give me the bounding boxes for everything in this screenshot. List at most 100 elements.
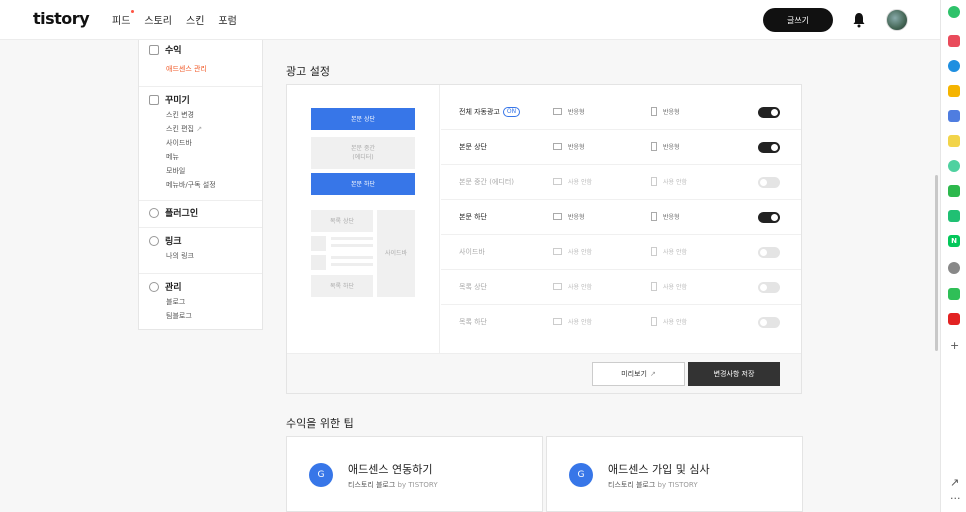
play-icon[interactable] xyxy=(948,160,960,172)
toggle-top[interactable] xyxy=(758,142,780,153)
tips-title: 수익을 위한 팁 xyxy=(286,417,354,430)
preview-list-bottom: 목록 하단 xyxy=(311,275,373,297)
sidebar-item-blog[interactable]: 블로그 xyxy=(166,295,192,309)
pc-option[interactable]: 사용 안함 xyxy=(553,282,592,291)
mobile-option[interactable]: 사용 안함 xyxy=(651,317,687,326)
toggle-sidebar[interactable] xyxy=(758,247,780,258)
write-button[interactable]: 글쓰기 xyxy=(763,8,833,32)
preview-button[interactable]: 미리보기 ↗ xyxy=(592,362,685,386)
naver-icon[interactable]: N xyxy=(948,235,960,247)
preview-bottom: 본문 하단 xyxy=(311,173,415,195)
avatar[interactable] xyxy=(886,9,908,31)
page-scrollbar[interactable] xyxy=(935,175,938,351)
pc-option[interactable]: 반응형 xyxy=(553,107,585,116)
panel-footer: 미리보기 ↗ 변경사항 저장 xyxy=(287,353,801,393)
toggle-bottom[interactable] xyxy=(758,212,780,223)
row-label: 전체 자동광고 xyxy=(459,108,500,116)
sidebar-section-title[interactable]: 꾸미기 xyxy=(165,93,190,106)
ad-row-bottom: 본문 하단 반응형 반응형 xyxy=(441,200,801,235)
nav-story[interactable]: 스토리 xyxy=(144,12,172,27)
nav-forum[interactable]: 포럼 xyxy=(218,12,236,27)
sidebar-item-sidebar[interactable]: 사이드바 xyxy=(166,136,216,150)
pc-option[interactable]: 사용 안함 xyxy=(553,177,592,186)
sidebar-section-title[interactable]: 링크 xyxy=(165,234,182,247)
sidebar-section-title[interactable]: 플러그인 xyxy=(165,206,198,219)
tip-source: 티스토리 블로그 by TISTORY xyxy=(348,481,438,489)
sidebar-item-skin-edit[interactable]: 스킨 편집 ↗ xyxy=(166,122,216,136)
pocket-icon[interactable] xyxy=(948,35,960,47)
brand-icon[interactable] xyxy=(948,313,960,325)
sidebar-item-team-blog[interactable]: 팀블로그 xyxy=(166,309,192,323)
green-circle-icon[interactable] xyxy=(948,6,960,18)
pc-option[interactable]: 반응형 xyxy=(553,142,585,151)
pc-icon xyxy=(553,143,562,150)
add-icon[interactable]: + xyxy=(950,339,959,352)
toggle-list-bottom[interactable] xyxy=(758,317,780,328)
star-icon[interactable] xyxy=(948,85,960,97)
open-external-icon[interactable]: ↗ xyxy=(950,476,959,489)
save-button[interactable]: 변경사항 저장 xyxy=(688,362,780,386)
bot-icon[interactable] xyxy=(948,210,960,222)
nav-skin[interactable]: 스킨 xyxy=(186,12,204,27)
mobile-option[interactable]: 반응형 xyxy=(651,107,680,116)
ad-row-sidebar: 사이드바 사용 안함 사용 안함 xyxy=(441,235,801,270)
sidebar-item-menubar[interactable]: 메뉴바/구독 설정 xyxy=(166,178,216,192)
note-icon[interactable] xyxy=(948,135,960,147)
toggle-list-top[interactable] xyxy=(758,282,780,293)
github-icon[interactable] xyxy=(948,262,960,274)
mobile-option[interactable]: 사용 안함 xyxy=(651,177,687,186)
pc-option[interactable]: 반응형 xyxy=(553,212,585,221)
bell-icon[interactable] xyxy=(852,12,866,28)
sidebar-item-skin-change[interactable]: 스킨 변경 xyxy=(166,108,216,122)
mobile-option[interactable]: 사용 안함 xyxy=(651,282,687,291)
preview-mid: 본문 중간 (에디터) xyxy=(311,137,415,169)
mail-icon[interactable] xyxy=(948,110,960,122)
plugin-icon xyxy=(149,207,159,218)
chat-icon[interactable] xyxy=(948,185,960,197)
message-icon[interactable] xyxy=(948,288,960,300)
mobile-option[interactable]: 반응형 xyxy=(651,212,680,221)
mobile-icon xyxy=(651,212,657,221)
row-label: 본문 하단 xyxy=(459,213,487,221)
tistory-logo[interactable]: tistory xyxy=(33,9,90,28)
edge-icon[interactable] xyxy=(948,60,960,72)
pc-option[interactable]: 사용 안함 xyxy=(553,247,592,256)
mobile-icon xyxy=(651,317,657,326)
ad-row-mid: 본문 중간 (에디터) 사용 안함 사용 안함 xyxy=(441,165,801,200)
sidebar-item-my-link[interactable]: 나의 링크 xyxy=(166,249,194,263)
toggle-auto[interactable] xyxy=(758,107,780,118)
sidebar-section-title[interactable]: 관리 xyxy=(165,280,182,293)
mobile-icon xyxy=(651,142,657,151)
sidebar-section-manage: 관리 블로그 팀블로그 xyxy=(149,280,192,323)
pc-icon xyxy=(553,283,562,290)
preview-sidebar: 사이드바 xyxy=(377,210,415,297)
mobile-option[interactable]: 반응형 xyxy=(651,142,680,151)
preview-top: 본문 상단 xyxy=(311,108,415,130)
sidebar-item-menu[interactable]: 메뉴 xyxy=(166,150,216,164)
sidebar-section-title[interactable]: 수익 xyxy=(165,43,182,56)
pc-option[interactable]: 사용 안함 xyxy=(553,317,592,326)
external-link-icon: ↗ xyxy=(649,370,656,378)
ad-row-list-top: 목록 상단 사용 안함 사용 안함 xyxy=(441,270,801,305)
sidebar-item-adsense[interactable]: 애드센스 관리 xyxy=(166,62,207,76)
main-nav: 피드 스토리 스킨 포럼 xyxy=(112,10,237,27)
external-link-icon: ↗ xyxy=(196,125,203,133)
mobile-icon xyxy=(651,282,657,291)
nav-feed[interactable]: 피드 xyxy=(112,10,135,27)
sidebar-section-revenue: 수익 애드센스 관리 xyxy=(149,43,207,76)
mobile-option[interactable]: 사용 안함 xyxy=(651,247,687,256)
tip-card-adsense-connect[interactable]: G 애드센스 연동하기 티스토리 블로그 by TISTORY xyxy=(286,436,543,512)
google-icon: G xyxy=(569,463,593,487)
google-icon: G xyxy=(309,463,333,487)
ad-settings-panel: 본문 상단 본문 중간 (에디터) 본문 하단 목록 상단 목록 하단 사이드바 … xyxy=(286,84,802,394)
pc-icon xyxy=(553,108,562,115)
tip-card-adsense-signup[interactable]: G 애드센스 가입 및 심사 티스토리 블로그 by TISTORY xyxy=(546,436,803,512)
divider xyxy=(139,227,262,228)
mobile-icon xyxy=(651,107,657,116)
toggle-mid[interactable] xyxy=(758,177,780,188)
sidebar-item-mobile[interactable]: 모바일 xyxy=(166,164,216,178)
row-label: 본문 중간 (에디터) xyxy=(459,178,514,186)
ad-row-list-bottom: 목록 하단 사용 안함 사용 안함 xyxy=(441,305,801,340)
revenue-icon xyxy=(149,44,159,55)
more-icon[interactable]: ··· xyxy=(950,492,961,505)
